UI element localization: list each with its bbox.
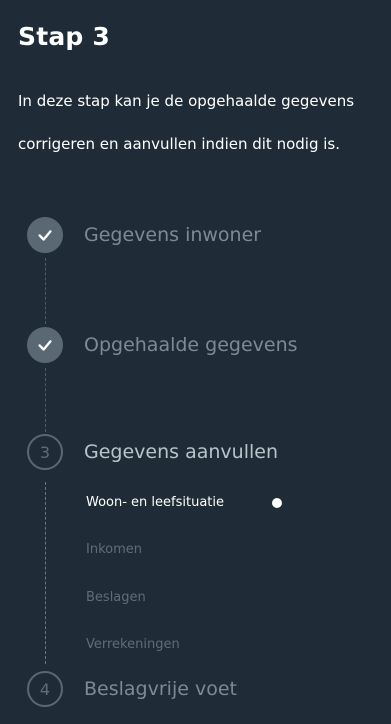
page-title: Stap 3 — [18, 22, 111, 51]
intro-line-2: corrigeren en aanvullen indien dit nodig… — [18, 135, 340, 153]
step-2-indicator — [27, 327, 63, 363]
step-connector — [45, 368, 46, 432]
step-label: Beslagvrije voet — [84, 678, 237, 700]
substep-inkomen[interactable]: Inkomen — [86, 542, 142, 557]
step-connector — [45, 258, 46, 324]
step-3-indicator: 3 — [27, 434, 63, 470]
check-icon — [38, 230, 52, 241]
step-connector — [45, 482, 46, 664]
step-opgehaalde-gegevens[interactable]: Opgehaalde gegevens — [27, 325, 298, 365]
substep-beslagen[interactable]: Beslagen — [86, 590, 146, 605]
step-label: Gegevens inwoner — [84, 224, 262, 246]
substep-verrekeningen[interactable]: Verrekeningen — [86, 637, 180, 652]
step-1-indicator — [27, 217, 63, 253]
step-beslagvrije-voet[interactable]: 4 Beslagvrije voet — [27, 669, 237, 709]
check-icon — [38, 340, 52, 351]
step-gegevens-aanvullen[interactable]: 3 Gegevens aanvullen — [27, 432, 278, 472]
step-label: Gegevens aanvullen — [84, 441, 278, 463]
step-label: Opgehaalde gegevens — [84, 334, 298, 356]
substep-woon-en-leefsituatie[interactable]: Woon- en leefsituatie — [86, 495, 224, 510]
step-gegevens-inwoner[interactable]: Gegevens inwoner — [27, 215, 261, 255]
intro-text: In deze stap kan je de opgehaalde gegeve… — [18, 80, 390, 166]
active-substep-indicator — [272, 498, 282, 508]
intro-line-1: In deze stap kan je de opgehaalde gegeve… — [18, 92, 355, 110]
step-4-indicator: 4 — [27, 671, 63, 707]
